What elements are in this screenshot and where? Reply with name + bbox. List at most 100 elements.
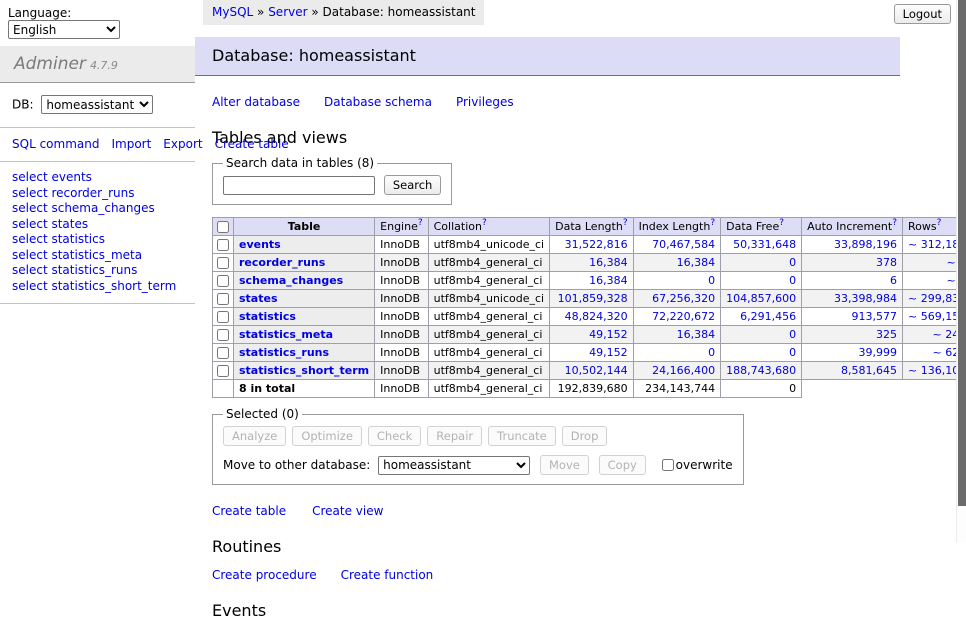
- index-length-link[interactable]: 70,467,584: [652, 238, 715, 251]
- index-length-link[interactable]: 67,256,320: [652, 292, 715, 305]
- table-select-link-recorder-runs[interactable]: select recorder_runs: [12, 186, 183, 202]
- auto-increment-link[interactable]: 33,898,196: [834, 238, 897, 251]
- table-name-link[interactable]: statistics_meta: [239, 328, 333, 341]
- data-length-link[interactable]: 10,502,144: [565, 364, 628, 377]
- sidebar-link-sql-command[interactable]: SQL command: [12, 137, 99, 151]
- language-select[interactable]: English: [8, 20, 120, 39]
- data-length-link[interactable]: 49,152: [589, 328, 628, 341]
- sidebar-link-create-table[interactable]: Create table: [215, 137, 289, 151]
- table-name-link[interactable]: statistics_runs: [239, 346, 329, 359]
- logout-button[interactable]: Logout: [894, 4, 951, 24]
- data-length-link[interactable]: 48,824,320: [565, 310, 628, 323]
- database-schema-link[interactable]: Database schema: [324, 95, 432, 109]
- index-length-link[interactable]: 0: [708, 274, 715, 287]
- data-free-link[interactable]: 104,857,600: [726, 292, 796, 305]
- auto-increment-link[interactable]: 8,581,645: [841, 364, 897, 377]
- index-length-link[interactable]: 0: [708, 346, 715, 359]
- table-name-link[interactable]: statistics_short_term: [239, 364, 369, 377]
- total-collation-cell: utf8mb4_general_ci: [428, 380, 549, 398]
- truncate-button[interactable]: Truncate: [488, 426, 556, 446]
- help-link[interactable]: ?: [779, 218, 784, 228]
- data-free-link[interactable]: 6,291,456: [740, 310, 796, 323]
- select-all-checkbox[interactable]: [217, 221, 229, 233]
- data-length-link[interactable]: 16,384: [589, 274, 628, 287]
- row-checkbox[interactable]: [217, 311, 229, 323]
- create-procedure-link[interactable]: Create procedure: [212, 568, 317, 582]
- table-name-link[interactable]: recorder_runs: [239, 256, 325, 269]
- row-checkbox[interactable]: [217, 347, 229, 359]
- row-checkbox[interactable]: [217, 365, 229, 377]
- help-link[interactable]: ?: [482, 218, 487, 228]
- help-link[interactable]: ?: [623, 218, 628, 228]
- db-select[interactable]: homeassistant: [41, 95, 153, 114]
- engine-cell: InnoDB: [375, 254, 428, 272]
- sidebar-link-export[interactable]: Export: [163, 137, 202, 151]
- overwrite-checkbox[interactable]: [662, 459, 674, 471]
- alter-database-link[interactable]: Alter database: [212, 95, 300, 109]
- table-name-link[interactable]: events: [239, 238, 281, 251]
- row-checkbox[interactable]: [217, 257, 229, 269]
- data-free-link[interactable]: 50,331,648: [733, 238, 796, 251]
- move-db-select[interactable]: homeassistant: [378, 456, 530, 475]
- create-function-link[interactable]: Create function: [341, 568, 434, 582]
- auto-increment-link[interactable]: 378: [876, 256, 897, 269]
- overwrite-option[interactable]: overwrite: [658, 458, 733, 472]
- row-checkbox[interactable]: [217, 275, 229, 287]
- table-name-link[interactable]: states: [239, 292, 278, 305]
- row-checkbox[interactable]: [217, 329, 229, 341]
- help-link[interactable]: ?: [892, 218, 897, 228]
- row-checkbox[interactable]: [217, 293, 229, 305]
- check-button[interactable]: Check: [368, 426, 421, 446]
- analyze-button[interactable]: Analyze: [223, 426, 286, 446]
- search-input[interactable]: [223, 176, 375, 195]
- table-select-link-statistics[interactable]: select statistics: [12, 232, 183, 248]
- data-free-link[interactable]: 0: [789, 328, 796, 341]
- auto-increment-link[interactable]: 325: [876, 328, 897, 341]
- create-view-link[interactable]: Create view: [312, 504, 383, 518]
- scrollbar-thumb[interactable]: [958, 0, 966, 506]
- help-link[interactable]: ?: [710, 218, 715, 228]
- table-row: statistics_runsInnoDButf8mb4_general_ci4…: [213, 344, 966, 362]
- search-button[interactable]: Search: [384, 175, 442, 195]
- data-length-link[interactable]: 101,859,328: [558, 292, 628, 305]
- row-checkbox[interactable]: [217, 239, 229, 251]
- breadcrumb-link-mysql[interactable]: MySQL: [212, 5, 253, 19]
- table-select-link-statistics-runs[interactable]: select statistics_runs: [12, 263, 183, 279]
- table-name-link[interactable]: statistics: [239, 310, 296, 323]
- table-select-link-statistics-meta[interactable]: select statistics_meta: [12, 248, 183, 264]
- move-button[interactable]: Move: [540, 455, 589, 475]
- index-length-link[interactable]: 24,166,400: [652, 364, 715, 377]
- auto-increment-link[interactable]: 33,398,984: [834, 292, 897, 305]
- drop-button[interactable]: Drop: [562, 426, 608, 446]
- copy-button[interactable]: Copy: [599, 455, 646, 475]
- privileges-link[interactable]: Privileges: [456, 95, 514, 109]
- optimize-button[interactable]: Optimize: [292, 426, 362, 446]
- auto-increment-link[interactable]: 39,999: [859, 346, 898, 359]
- data-free-link[interactable]: 0: [789, 274, 796, 287]
- create-table-link[interactable]: Create table: [212, 504, 286, 518]
- table-select-link-states[interactable]: select states: [12, 217, 183, 233]
- table-name-link[interactable]: schema_changes: [239, 274, 343, 287]
- search-fieldset: Search data in tables (8) Search: [212, 156, 452, 205]
- repair-button[interactable]: Repair: [427, 426, 482, 446]
- breadcrumb-link-server[interactable]: Server: [268, 5, 307, 19]
- help-link[interactable]: ?: [418, 218, 423, 228]
- data-free-link[interactable]: 0: [789, 346, 796, 359]
- table-select-link-schema-changes[interactable]: select schema_changes: [12, 201, 183, 217]
- index-length-link[interactable]: 72,220,672: [652, 310, 715, 323]
- move-row: Move to other database: homeassistant Mo…: [223, 455, 733, 475]
- index-length-link[interactable]: 16,384: [677, 328, 716, 341]
- table-select-link-events[interactable]: select events: [12, 170, 183, 186]
- data-length-link[interactable]: 16,384: [589, 256, 628, 269]
- data-free-link[interactable]: 188,743,680: [726, 364, 796, 377]
- index-length-link[interactable]: 16,384: [677, 256, 716, 269]
- sidebar-link-import[interactable]: Import: [111, 137, 151, 151]
- data-length-link[interactable]: 49,152: [589, 346, 628, 359]
- table-select-link-statistics-short-term[interactable]: select statistics_short_term: [12, 279, 183, 295]
- data-length-link[interactable]: 31,522,816: [565, 238, 628, 251]
- auto-increment-link[interactable]: 913,577: [852, 310, 898, 323]
- data-free-link[interactable]: 0: [789, 256, 796, 269]
- vertical-scrollbar[interactable]: [956, 0, 966, 543]
- auto-increment-link[interactable]: 6: [890, 274, 897, 287]
- help-link[interactable]: ?: [937, 218, 942, 228]
